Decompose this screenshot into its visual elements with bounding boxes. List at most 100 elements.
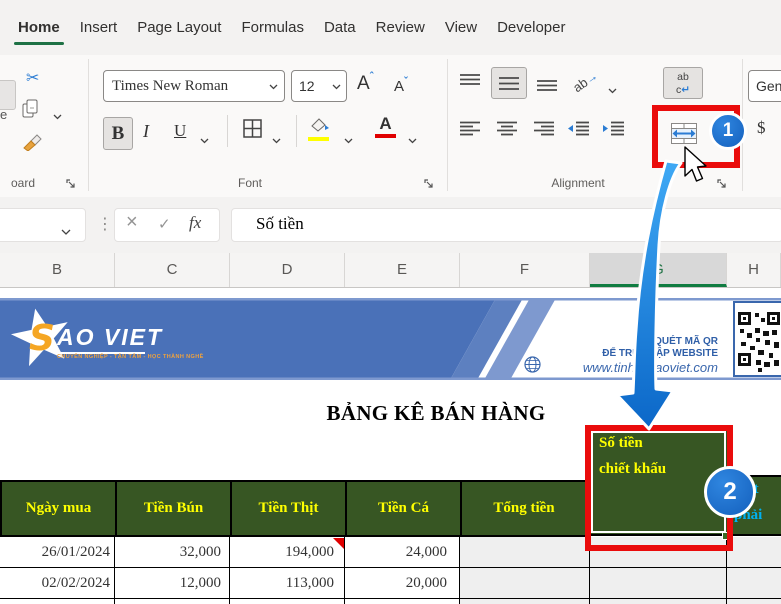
comment-indicator — [333, 538, 344, 549]
cell-partial-r3[interactable] — [0, 599, 115, 604]
cell-partial-r3[interactable] — [230, 599, 345, 604]
column-header-h[interactable]: H — [727, 253, 781, 287]
cancel-icon[interactable]: × — [126, 211, 138, 234]
cell-partial-r3[interactable] — [345, 599, 460, 604]
table-header-row: Ngày mua Tiền Bún Tiền Thịt Tiền Cá Tổng… — [0, 480, 590, 537]
column-header-d[interactable]: D — [230, 253, 345, 287]
tab-developer[interactable]: Developer — [487, 5, 575, 51]
increase-indent-button[interactable] — [602, 121, 625, 141]
decrease-font-button[interactable]: Aˇ — [394, 76, 408, 95]
header-cell-tong-tien[interactable]: Tổng tiền — [460, 482, 586, 535]
clipboard-dialog-launcher-icon[interactable] — [66, 177, 78, 189]
cell-g-r2[interactable] — [590, 568, 727, 599]
column-header-e[interactable]: E — [345, 253, 460, 287]
cell-tong-r2[interactable] — [460, 568, 590, 599]
borders-chevron-icon[interactable] — [272, 131, 281, 149]
tab-review[interactable]: Review — [366, 5, 435, 51]
cell-thit-r2[interactable]: 113,000 — [230, 568, 345, 599]
number-format-combobox[interactable]: Gen — [748, 70, 781, 102]
cell-ca-r1[interactable]: 24,000 — [345, 537, 460, 568]
font-name-value: Times New Roman — [112, 78, 269, 95]
copy-icon[interactable] — [22, 99, 39, 124]
cut-icon[interactable]: ✂ — [26, 68, 39, 88]
cell-h-r2[interactable] — [727, 568, 781, 599]
tab-insert[interactable]: Insert — [70, 5, 128, 51]
column-header-f[interactable]: F — [460, 253, 590, 287]
fill-color-chevron-icon[interactable] — [344, 131, 353, 149]
tab-formulas[interactable]: Formulas — [231, 5, 314, 51]
fill-color-button[interactable] — [308, 117, 332, 141]
chevron-down-icon — [332, 77, 341, 95]
paste-button-partial[interactable] — [0, 80, 16, 110]
tab-view[interactable]: View — [435, 5, 487, 51]
increase-font-button[interactable]: Aˆ — [357, 71, 373, 95]
format-painter-icon[interactable] — [22, 131, 42, 156]
cell-ca-r2[interactable]: 20,000 — [345, 568, 460, 599]
excel-window: Home Insert Page Layout Formulas Data Re… — [0, 0, 781, 604]
font-color-chevron-icon[interactable] — [408, 131, 417, 149]
annotation-step-2-badge: 2 — [704, 466, 756, 518]
font-color-button[interactable]: A — [375, 115, 396, 138]
formula-buttons-box: × ✓ fx — [114, 208, 220, 242]
brand-name: AO VIET CHUYÊN NGHIỆP - TẬN TÂM - HỌC TH… — [57, 324, 204, 360]
name-box-separator: ⋮ — [97, 214, 113, 234]
currency-format-button[interactable]: $ — [757, 118, 766, 138]
underline-button[interactable]: U — [174, 121, 186, 141]
font-name-combobox[interactable]: Times New Roman — [103, 70, 285, 102]
enter-icon[interactable]: ✓ — [158, 215, 171, 233]
copy-chevron-icon[interactable] — [53, 107, 62, 125]
borders-button[interactable] — [243, 119, 262, 143]
tab-data[interactable]: Data — [314, 5, 366, 51]
cell-bun-r2[interactable]: 12,000 — [115, 568, 230, 599]
align-right-button[interactable] — [534, 121, 555, 141]
banner-image: S AO VIET CHUYÊN NGHIỆP - TẬN TÂM - HỌC … — [0, 298, 781, 380]
number-format-value-partial: Gen — [756, 78, 781, 94]
cell-date-r2[interactable]: 02/02/2024 — [0, 568, 115, 599]
insert-function-icon[interactable]: fx — [189, 213, 201, 233]
formula-input[interactable]: Số tiền — [231, 208, 781, 242]
alignment-group-label: Alignment — [528, 176, 628, 190]
cell-thit-r1[interactable]: 194,000 — [230, 537, 345, 568]
tab-page-layout[interactable]: Page Layout — [127, 5, 231, 51]
font-group-label: Font — [200, 176, 300, 190]
align-top-button[interactable] — [460, 73, 481, 94]
name-box[interactable] — [0, 208, 86, 242]
orientation-button[interactable]: ab→ — [572, 73, 602, 97]
bold-button[interactable]: B — [103, 117, 133, 150]
column-header-b[interactable]: B — [0, 253, 115, 287]
orientation-chevron-icon[interactable] — [608, 81, 617, 99]
font-size-combobox[interactable]: 12 — [291, 70, 347, 102]
paste-label-partial: e — [0, 107, 7, 122]
svg-text:S: S — [29, 318, 55, 359]
column-header-g-selected[interactable]: G — [590, 253, 727, 287]
cell-tong-r1[interactable] — [460, 537, 590, 568]
cell-partial-r3[interactable] — [590, 599, 727, 604]
header-cell-ngay-mua[interactable]: Ngày mua — [2, 482, 115, 535]
header-cell-tien-ca[interactable]: Tiền Cá — [345, 482, 460, 535]
cell-h-r1[interactable] — [727, 537, 781, 568]
cell-partial-r3[interactable] — [460, 599, 590, 604]
cell-bun-r1[interactable]: 32,000 — [115, 537, 230, 568]
name-box-chevron-icon[interactable] — [61, 223, 71, 241]
column-header-c[interactable]: C — [115, 253, 230, 287]
alignment-dialog-launcher-icon[interactable] — [717, 177, 729, 189]
header-cell-tien-thit[interactable]: Tiền Thịt — [230, 482, 345, 535]
worksheet: S AO VIET CHUYÊN NGHIỆP - TẬN TÂM - HỌC … — [0, 288, 781, 604]
cell-partial-r3[interactable] — [115, 599, 230, 604]
decrease-indent-button[interactable] — [567, 121, 590, 141]
cell-partial-r3[interactable] — [727, 599, 781, 604]
qr-code-image — [733, 301, 781, 377]
cell-date-r1[interactable]: 26/01/2024 — [0, 537, 115, 568]
italic-button[interactable]: I — [143, 121, 149, 142]
font-dialog-launcher-icon[interactable] — [424, 177, 436, 189]
underline-chevron-icon[interactable] — [200, 131, 209, 149]
clipboard-group-label-partial: oard — [0, 176, 46, 190]
header-cell-tien-bun[interactable]: Tiền Bún — [115, 482, 230, 535]
align-middle-button[interactable] — [491, 67, 527, 99]
align-center-button[interactable] — [497, 121, 518, 141]
ribbon: e ✂ oard Times New Roman 12 Aˆ — [0, 55, 781, 198]
align-left-button[interactable] — [460, 121, 481, 141]
tab-home[interactable]: Home — [8, 5, 70, 51]
align-bottom-button[interactable] — [537, 77, 558, 98]
wrap-text-button[interactable]: ab c↵ — [663, 67, 703, 99]
